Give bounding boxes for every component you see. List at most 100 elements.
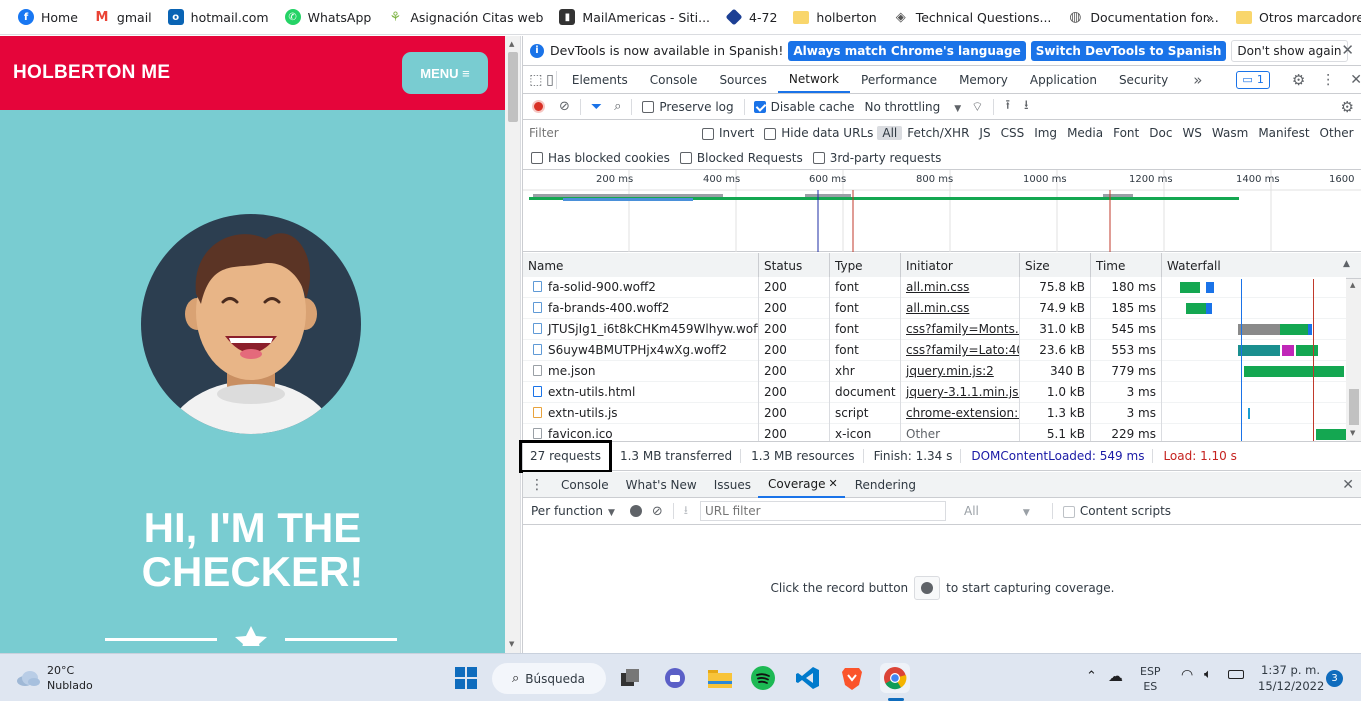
table-row[interactable]: S6uyw4BMUTPHjx4wXg.woff2 200 font css?famil… bbox=[523, 340, 1346, 361]
site-brand[interactable]: HOLBERTON ME bbox=[13, 62, 170, 84]
disable-cache-checkbox[interactable]: Disable cache bbox=[753, 100, 855, 114]
inspect-element-icon[interactable]: ⬚ bbox=[528, 72, 544, 88]
filter-icon[interactable]: ⏷ bbox=[591, 99, 602, 115]
column-header-time[interactable]: Time bbox=[1091, 253, 1162, 279]
clock[interactable]: 1:37 p. m. 15/12/2022 bbox=[1258, 662, 1324, 694]
cell-initiator[interactable]: css?family=Monts... bbox=[906, 322, 1019, 336]
chat-app[interactable] bbox=[660, 663, 690, 693]
filter-type-manifest[interactable]: Manifest bbox=[1253, 126, 1314, 140]
hide-data-urls-checkbox[interactable]: Hide data URLs bbox=[764, 126, 873, 140]
close-infobar-icon[interactable]: ✕ bbox=[1341, 41, 1354, 59]
sort-arrow-icon[interactable]: ▲ bbox=[1343, 259, 1350, 269]
switch-spanish-button[interactable]: Switch DevTools to Spanish bbox=[1030, 40, 1227, 61]
filter-type-fetch-xhr[interactable]: Fetch/XHR bbox=[902, 126, 974, 140]
column-header-name[interactable]: Name bbox=[523, 253, 759, 279]
table-scrollbar[interactable]: ▲ ▼ bbox=[1346, 279, 1361, 441]
drawer-tab-coverage[interactable]: Coverage ✕ bbox=[758, 472, 845, 498]
filter-type-font[interactable]: Font bbox=[1108, 126, 1144, 140]
filter-type-other[interactable]: Other bbox=[1315, 126, 1359, 140]
close-devtools-icon[interactable]: ✕ bbox=[1350, 72, 1361, 88]
record-icon[interactable] bbox=[532, 100, 545, 113]
export-har-icon[interactable]: ⭳ bbox=[1024, 96, 1029, 118]
filter-type-js[interactable]: JS bbox=[974, 126, 995, 140]
brave-app[interactable] bbox=[837, 663, 867, 693]
more-options-icon[interactable]: ⋮ bbox=[1321, 72, 1335, 88]
reload-clear-icon[interactable]: ⊘ bbox=[652, 504, 663, 519]
cell-initiator[interactable]: all.min.css bbox=[906, 280, 969, 294]
tab-network[interactable]: Network bbox=[777, 67, 851, 93]
drawer-tab-console[interactable]: Console bbox=[551, 472, 616, 498]
cell-initiator[interactable]: jquery-3.1.1.min.js:3 bbox=[906, 385, 1019, 399]
cell-initiator[interactable]: css?family=Lato:40... bbox=[906, 343, 1019, 357]
scrollbar-thumb[interactable] bbox=[1349, 389, 1359, 425]
per-function-select[interactable]: Per function ▼ bbox=[531, 504, 615, 518]
scrollbar-thumb[interactable] bbox=[508, 52, 518, 122]
start-button[interactable] bbox=[451, 663, 481, 693]
column-header-size[interactable]: Size bbox=[1020, 253, 1091, 279]
bookmark-home[interactable]: f Home bbox=[10, 4, 86, 30]
settings-gear-icon[interactable]: ⚙ bbox=[1292, 71, 1305, 89]
wifi-icon[interactable]: ◠ bbox=[1181, 667, 1193, 683]
notification-badge[interactable]: 3 bbox=[1326, 670, 1343, 687]
tab-console[interactable]: Console bbox=[639, 67, 709, 93]
bookmark-mailamericas[interactable]: ▮ MailAmericas - Siti... bbox=[551, 4, 718, 30]
filter-type-wasm[interactable]: Wasm bbox=[1207, 126, 1253, 140]
filter-type-ws[interactable]: WS bbox=[1177, 126, 1206, 140]
clear-icon[interactable]: ⊘ bbox=[559, 99, 570, 114]
filter-type-media[interactable]: Media bbox=[1062, 126, 1108, 140]
content-scripts-checkbox[interactable]: Content scripts bbox=[1062, 504, 1171, 518]
tab-performance[interactable]: Performance bbox=[850, 67, 948, 93]
bookmark-whatsapp[interactable]: ✆ WhatsApp bbox=[277, 4, 380, 30]
filter-type-all[interactable]: All bbox=[877, 126, 903, 140]
bookmark-472[interactable]: 4-72 bbox=[718, 4, 785, 30]
throttling-select[interactable]: No throttling ▼ bbox=[865, 100, 962, 114]
bookmark-holberton[interactable]: holberton bbox=[785, 4, 884, 30]
menu-button[interactable]: MENU ≡ bbox=[402, 52, 488, 94]
export-icon[interactable]: ⭳ bbox=[684, 501, 688, 522]
url-filter-input[interactable] bbox=[700, 501, 946, 521]
filter-type-img[interactable]: Img bbox=[1029, 126, 1062, 140]
tab-memory[interactable]: Memory bbox=[948, 67, 1019, 93]
column-header-type[interactable]: Type bbox=[830, 253, 901, 279]
dont-show-again-button[interactable]: Don't show again bbox=[1231, 39, 1348, 62]
other-bookmarks[interactable]: Otros marcadores bbox=[1228, 4, 1361, 30]
volume-icon[interactable]: 🔈︎ bbox=[1204, 667, 1212, 682]
file-explorer-app[interactable] bbox=[705, 663, 735, 693]
table-row[interactable]: fa-solid-900.woff2 200 font all.min.css 75.8… bbox=[523, 277, 1346, 298]
drawer-tab-what-s-new[interactable]: What's New bbox=[616, 472, 704, 498]
bookmark-hotmail[interactable]: o hotmail.com bbox=[160, 4, 277, 30]
close-drawer-icon[interactable]: ✕ bbox=[1342, 477, 1354, 493]
invert-checkbox[interactable]: Invert bbox=[702, 126, 754, 140]
issues-badge[interactable]: ▭ 1 bbox=[1236, 70, 1270, 89]
vscode-app[interactable] bbox=[793, 663, 823, 693]
close-tab-icon[interactable]: ✕ bbox=[829, 477, 838, 490]
language-indicator[interactable]: ESP ES bbox=[1140, 664, 1161, 694]
match-language-button[interactable]: Always match Chrome's language bbox=[788, 40, 1026, 61]
column-header-initiator[interactable]: Initiator bbox=[901, 253, 1020, 279]
filter-input[interactable] bbox=[526, 123, 689, 143]
onedrive-cloud-icon[interactable]: ☁ bbox=[1108, 667, 1123, 685]
type-select[interactable]: All ▼ bbox=[964, 504, 1030, 518]
weather-widget[interactable]: 20°C Nublado bbox=[15, 663, 93, 693]
network-conditions-icon[interactable]: ⌔ bbox=[971, 99, 983, 115]
import-har-icon[interactable]: ⭱ bbox=[1005, 96, 1010, 118]
table-row[interactable]: favicon.ico 200 x-icon Other 5.1 kB 229 ms bbox=[523, 424, 1346, 441]
device-toolbar-icon[interactable]: ▯ bbox=[544, 70, 558, 89]
preserve-log-checkbox[interactable]: Preserve log bbox=[642, 100, 734, 114]
network-settings-icon[interactable]: ⚙ bbox=[1341, 98, 1354, 116]
taskbar-search[interactable]: ⌕ Búsqueda bbox=[492, 663, 606, 694]
task-view-button[interactable] bbox=[615, 663, 645, 693]
cell-initiator[interactable]: chrome-extension:... bbox=[906, 406, 1019, 420]
blocked-requests-checkbox[interactable]: Blocked Requests bbox=[679, 151, 803, 165]
page-scrollbar[interactable]: ▲ ▼ bbox=[505, 36, 521, 653]
more-tabs-button[interactable]: » bbox=[1193, 71, 1202, 89]
bookmark-technical-questions[interactable]: ◈ Technical Questions... bbox=[885, 4, 1060, 30]
record-icon[interactable] bbox=[629, 505, 642, 517]
cell-initiator[interactable]: all.min.css bbox=[906, 301, 969, 315]
drawer-menu-icon[interactable]: ⋮ bbox=[523, 477, 551, 493]
tab-sources[interactable]: Sources bbox=[708, 67, 777, 93]
search-icon[interactable]: ⌕ bbox=[614, 99, 621, 114]
bookmarks-overflow-button[interactable]: » bbox=[1198, 4, 1222, 30]
battery-icon[interactable] bbox=[1228, 670, 1244, 679]
drawer-tab-rendering[interactable]: Rendering bbox=[845, 472, 923, 498]
